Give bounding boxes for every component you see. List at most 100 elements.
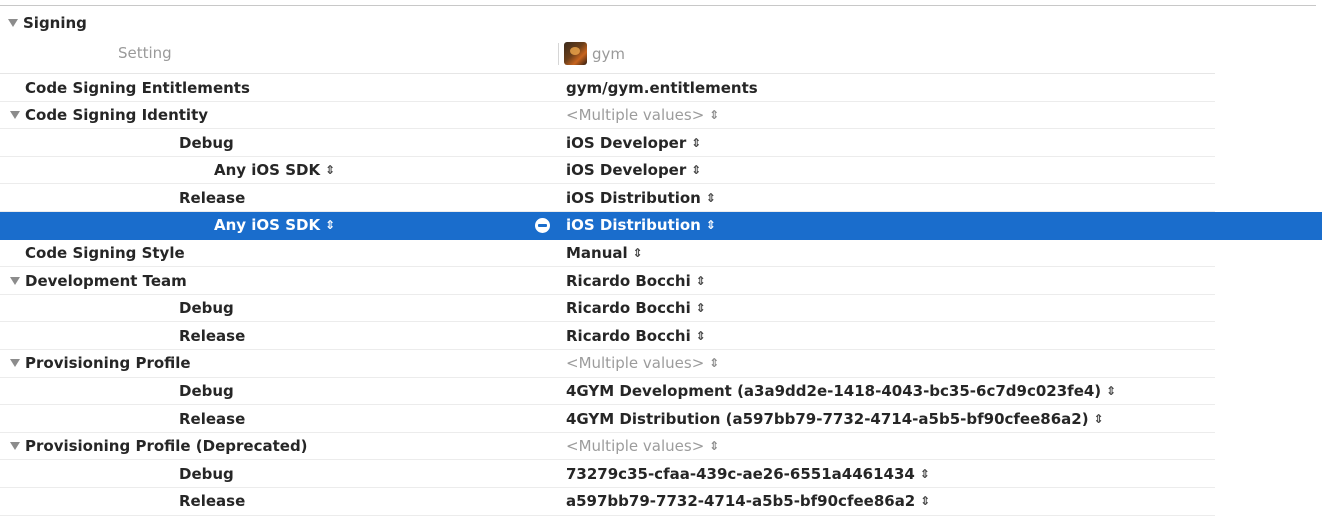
setting-label-cell: Release <box>179 405 245 432</box>
setting-label-cell: Debug <box>179 295 234 322</box>
setting-label-cell: Debug <box>179 129 234 156</box>
setting-column-header: Setting <box>118 44 172 62</box>
setting-value-cell[interactable]: Ricardo Bocchi ⇕ <box>566 295 706 322</box>
setting-name: Release <box>179 326 246 345</box>
setting-row[interactable]: Debug Ricardo Bocchi ⇕ <box>0 295 1322 323</box>
setting-value: 4GYM Development (a3a9dd2e-1418-4043-bc3… <box>566 382 1102 401</box>
setting-label-cell: Release <box>179 488 245 515</box>
setting-value-cell[interactable]: iOS Developer ⇕ <box>566 157 701 184</box>
section-title: Signing <box>23 14 87 32</box>
setting-name: Code Signing Style <box>25 244 185 263</box>
setting-value-cell[interactable]: <Multiple values> ⇕ <box>566 102 719 129</box>
setting-value: <Multiple values> <box>566 106 705 125</box>
setting-name: Debug <box>179 299 234 318</box>
setting-value-cell[interactable]: <Multiple values> ⇕ <box>566 350 719 377</box>
setting-row[interactable]: Development Team Ricardo Bocchi ⇕ <box>0 267 1322 295</box>
setting-name: Provisioning Profile <box>25 354 191 373</box>
setting-value: Manual <box>566 244 628 263</box>
build-settings-list: Code Signing Entitlements gym/gym.entitle… <box>0 74 1322 516</box>
target-column-header[interactable]: gym <box>564 42 625 65</box>
setting-value-cell[interactable]: 73279c35-cfaa-439c-ae26-6551a4461434 ⇕ <box>566 460 930 487</box>
row-divider <box>0 514 1215 516</box>
setting-name: Provisioning Profile (Deprecated) <box>25 437 308 456</box>
setting-row[interactable]: Code Signing Entitlements gym/gym.entitle… <box>0 74 1322 102</box>
setting-value-cell[interactable]: Ricardo Bocchi ⇕ <box>566 267 706 294</box>
setting-row[interactable]: Any iOS SDK ⇕ iOS Developer ⇕ <box>0 157 1322 185</box>
popup-chevron-icon[interactable]: ⇕ <box>1094 413 1104 425</box>
sdk-popup-chevron-icon[interactable]: ⇕ <box>325 164 335 176</box>
setting-value-cell[interactable]: <Multiple values> ⇕ <box>566 433 719 460</box>
setting-label-cell: Release <box>179 322 245 349</box>
section-header-signing[interactable]: Signing <box>8 13 87 33</box>
popup-chevron-icon[interactable]: ⇕ <box>696 275 706 287</box>
popup-chevron-icon[interactable]: ⇕ <box>633 247 643 259</box>
setting-value: gym/gym.entitlements <box>566 78 758 97</box>
setting-name: Release <box>179 492 246 511</box>
setting-label-cell: Development Team <box>10 267 187 294</box>
setting-value: <Multiple values> <box>566 354 705 373</box>
setting-row[interactable]: Release a597bb79-7732-4714-a5b5-bf90cfee8… <box>0 488 1322 516</box>
app-icon <box>564 42 587 65</box>
popup-chevron-icon[interactable]: ⇕ <box>920 468 930 480</box>
setting-value-cell[interactable]: 4GYM Distribution (a597bb79-7732-4714-a5… <box>566 405 1104 432</box>
popup-chevron-icon[interactable]: ⇕ <box>709 109 719 121</box>
setting-name: Debug <box>179 464 234 483</box>
setting-row[interactable]: Release Ricardo Bocchi ⇕ <box>0 322 1322 350</box>
popup-chevron-icon[interactable]: ⇕ <box>1106 385 1116 397</box>
popup-chevron-icon[interactable]: ⇕ <box>691 164 701 176</box>
setting-value: Ricardo Bocchi <box>566 299 691 318</box>
popup-chevron-icon[interactable]: ⇕ <box>696 330 706 342</box>
setting-row[interactable]: Debug iOS Developer ⇕ <box>0 129 1322 157</box>
setting-value-cell[interactable]: Manual ⇕ <box>566 240 643 267</box>
setting-name: Any iOS SDK <box>214 216 321 235</box>
disclosure-triangle-icon[interactable] <box>10 111 20 120</box>
popup-chevron-icon[interactable]: ⇕ <box>696 302 706 314</box>
popup-chevron-icon[interactable]: ⇕ <box>691 137 701 149</box>
setting-label-cell: Code Signing Identity <box>10 102 208 129</box>
setting-value: Ricardo Bocchi <box>566 271 691 290</box>
setting-value-cell[interactable]: iOS Distribution ⇕ <box>566 184 716 211</box>
setting-value-cell[interactable]: a597bb79-7732-4714-a5b5-bf90cfee86a2 ⇕ <box>566 488 930 515</box>
setting-name: Code Signing Identity <box>25 106 209 125</box>
setting-row[interactable]: Release 4GYM Distribution (a597bb79-7732-… <box>0 405 1322 433</box>
setting-name: Debug <box>179 133 234 152</box>
setting-value: a597bb79-7732-4714-a5b5-bf90cfee86a2 <box>566 492 916 511</box>
setting-label-cell: Any iOS SDK ⇕ <box>214 212 335 239</box>
setting-name: Code Signing Entitlements <box>25 78 250 97</box>
setting-row[interactable]: Provisioning Profile (Deprecated) <Multip… <box>0 433 1322 461</box>
setting-name: Any iOS SDK <box>214 161 321 180</box>
setting-row[interactable]: Any iOS SDK ⇕ iOS Distribution ⇕ <box>0 211 1322 240</box>
disclosure-triangle-icon[interactable] <box>10 442 20 451</box>
setting-value-cell[interactable]: iOS Distribution ⇕ <box>566 212 716 239</box>
setting-row[interactable]: Provisioning Profile <Multiple values> ⇕ <box>0 350 1322 378</box>
popup-chevron-icon[interactable]: ⇕ <box>920 495 930 507</box>
popup-chevron-icon[interactable]: ⇕ <box>709 440 719 452</box>
setting-row[interactable]: Code Signing Style Manual ⇕ <box>0 240 1322 268</box>
sdk-popup-chevron-icon[interactable]: ⇕ <box>325 219 335 231</box>
setting-value-cell[interactable]: 4GYM Development (a3a9dd2e-1418-4043-bc3… <box>566 378 1116 405</box>
setting-row[interactable]: Code Signing Identity <Multiple values> ⇕ <box>0 102 1322 130</box>
setting-row[interactable]: Release iOS Distribution ⇕ <box>0 184 1322 212</box>
setting-value-cell[interactable]: gym/gym.entitlements <box>566 74 758 101</box>
disclosure-triangle-icon[interactable] <box>8 19 18 27</box>
setting-value: iOS Developer <box>566 161 687 180</box>
setting-row[interactable]: Debug 4GYM Development (a3a9dd2e-1418-404… <box>0 378 1322 406</box>
column-separator[interactable] <box>558 43 559 65</box>
popup-chevron-icon[interactable]: ⇕ <box>706 219 716 231</box>
setting-value: iOS Developer <box>566 133 687 152</box>
popup-chevron-icon[interactable]: ⇕ <box>709 357 719 369</box>
setting-label-cell: Debug <box>179 378 234 405</box>
disclosure-triangle-icon[interactable] <box>10 276 20 285</box>
setting-value-cell[interactable]: Ricardo Bocchi ⇕ <box>566 322 706 349</box>
setting-value-cell[interactable]: iOS Developer ⇕ <box>566 129 701 156</box>
setting-value: <Multiple values> <box>566 437 705 456</box>
popup-chevron-icon[interactable]: ⇕ <box>706 192 716 204</box>
setting-value: 73279c35-cfaa-439c-ae26-6551a4461434 <box>566 464 915 483</box>
setting-row[interactable]: Debug 73279c35-cfaa-439c-ae26-6551a446143… <box>0 460 1322 488</box>
setting-value: Ricardo Bocchi <box>566 326 691 345</box>
setting-label-cell: Release <box>179 184 245 211</box>
disclosure-triangle-icon[interactable] <box>10 359 20 368</box>
setting-label-cell: Provisioning Profile (Deprecated) <box>10 433 308 460</box>
setting-label-cell: Any iOS SDK ⇕ <box>214 157 335 184</box>
remove-condition-button[interactable] <box>535 217 550 233</box>
